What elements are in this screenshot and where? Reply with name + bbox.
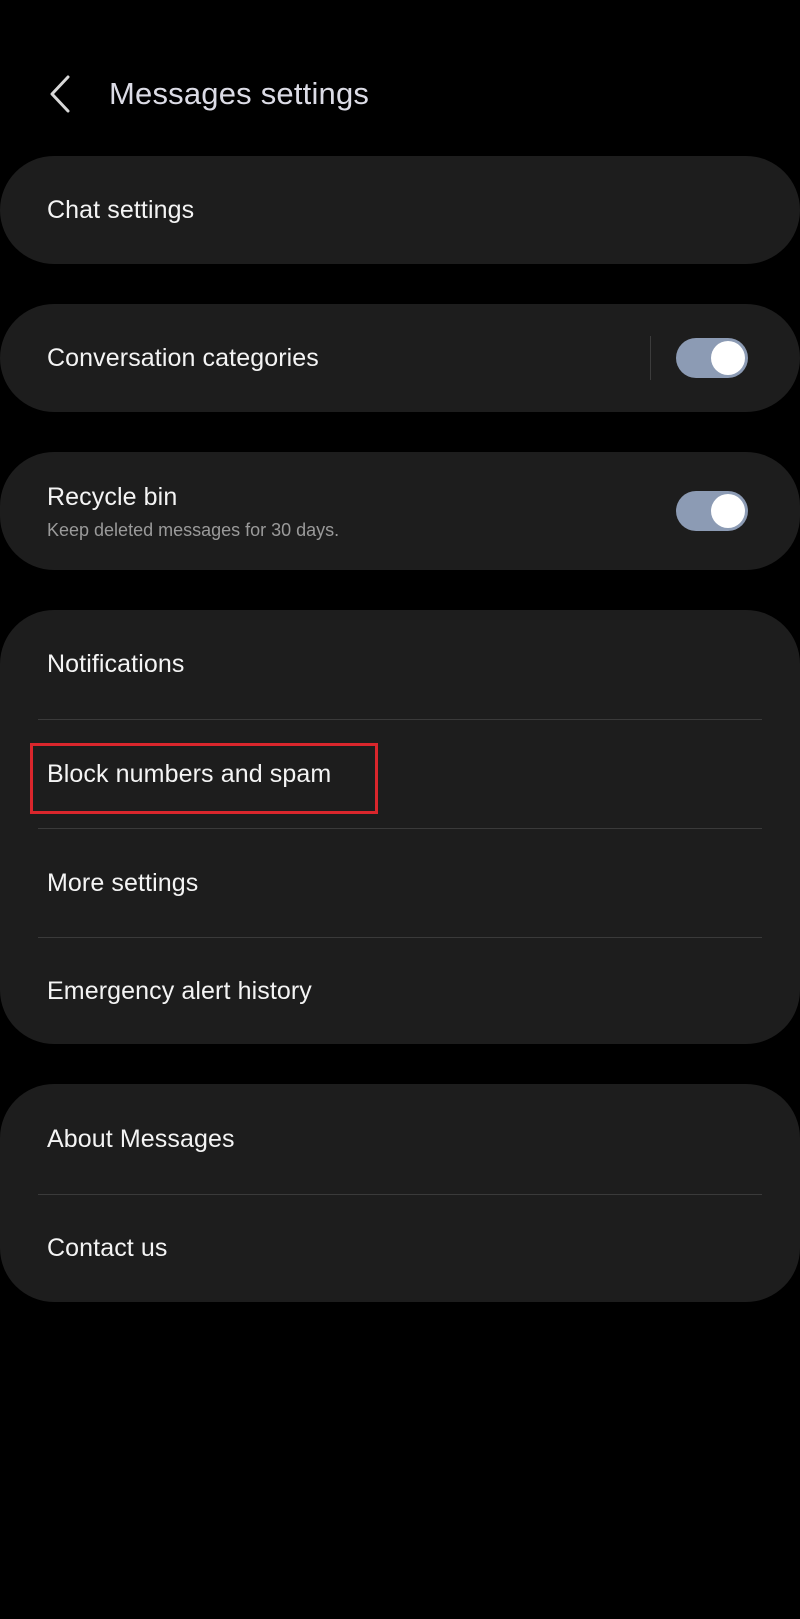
conversation-categories-toggle[interactable] — [676, 338, 748, 378]
chat-settings-label: Chat settings — [47, 195, 195, 224]
contact-us-item[interactable]: Contact us — [0, 1195, 800, 1302]
about-messages-label: About Messages — [47, 1124, 235, 1153]
chat-settings-item[interactable]: Chat settings — [0, 156, 800, 264]
notifications-item[interactable]: Notifications — [0, 610, 800, 719]
about-card: About Messages Contact us — [0, 1084, 800, 1302]
main-settings-card: Notifications Block numbers and spam Mor… — [0, 610, 800, 1044]
emergency-alert-history-item[interactable]: Emergency alert history — [0, 938, 800, 1044]
app-bar: Messages settings — [0, 58, 800, 130]
toggle-knob — [711, 341, 745, 375]
notifications-label: Notifications — [47, 650, 185, 678]
toggle-separator — [650, 336, 651, 380]
conversation-categories-card: Conversation categories — [0, 304, 800, 412]
more-settings-item[interactable]: More settings — [0, 829, 800, 937]
back-button[interactable] — [40, 72, 80, 116]
page-title: Messages settings — [109, 76, 370, 111]
more-settings-label: More settings — [47, 868, 199, 897]
about-messages-item[interactable]: About Messages — [0, 1084, 800, 1194]
recycle-bin-card: Recycle bin Keep deleted messages for 30… — [0, 452, 800, 570]
chevron-left-icon — [50, 75, 70, 113]
toggle-knob — [711, 494, 745, 528]
block-numbers-and-spam-item[interactable]: Block numbers and spam — [0, 720, 800, 828]
conversation-categories-label: Conversation categories — [47, 343, 319, 372]
block-numbers-and-spam-label: Block numbers and spam — [47, 759, 332, 788]
recycle-bin-toggle[interactable] — [676, 491, 748, 531]
contact-us-label: Contact us — [47, 1234, 168, 1262]
chat-settings-card: Chat settings — [0, 156, 800, 264]
emergency-alert-history-label: Emergency alert history — [47, 976, 312, 1005]
